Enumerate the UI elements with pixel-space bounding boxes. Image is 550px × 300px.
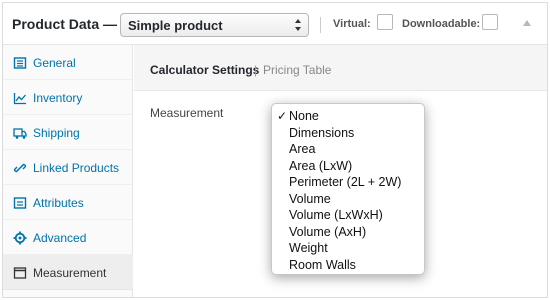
downloadable-checkbox[interactable] [482, 14, 498, 30]
shipping-truck-icon [13, 128, 27, 139]
checkmark-icon: ✓ [277, 109, 288, 123]
dropdown-option-label: Room Walls [289, 257, 356, 272]
dropdown-option-label: Weight [289, 241, 328, 255]
tab-label: Inventory [33, 91, 83, 105]
dropdown-option-label: Volume (AxH) [289, 224, 367, 239]
calculator-subnav: Calculator Settings | Pricing Table [134, 45, 547, 91]
header-divider [320, 17, 321, 33]
dropdown-option[interactable]: Volume (LxWxH) [272, 207, 424, 223]
tab-label: General [33, 56, 76, 70]
dropdown-option[interactable]: Perimeter (2L + 2W) [272, 174, 424, 190]
tab-inventory[interactable]: Inventory [3, 80, 132, 115]
product-type-value: Simple product [128, 18, 223, 33]
select-arrows-icon [295, 19, 301, 31]
tab-label: Linked Products [33, 161, 120, 175]
dropdown-option-label: Dimensions [289, 125, 355, 140]
dropdown-option[interactable]: Area [272, 141, 424, 157]
link-icon [13, 163, 27, 173]
measurement-field-label: Measurement [150, 106, 224, 120]
product-data-panel: Product Data — Simple product Virtual: D… [2, 2, 548, 298]
product-type-select[interactable]: Simple product [120, 13, 309, 37]
virtual-label: Virtual: [333, 18, 371, 30]
subnav-pricing-table[interactable]: Pricing Table [263, 63, 331, 77]
tab-shipping[interactable]: Shipping [3, 115, 132, 150]
dropdown-option-label: Perimeter (2L + 2W) [289, 175, 402, 189]
collapse-arrow-icon[interactable] [523, 20, 531, 26]
dropdown-option[interactable]: Weight [272, 240, 424, 256]
dropdown-option[interactable]: Volume (AxH) [272, 224, 424, 240]
tab-measurement[interactable]: Measurement [3, 255, 133, 290]
downloadable-label: Downloadable: [402, 18, 481, 30]
attributes-list-icon [13, 197, 27, 209]
dropdown-option-label: Area (LxW) [289, 158, 353, 173]
product-data-header: Product Data — Simple product Virtual: D… [3, 3, 547, 45]
dropdown-option[interactable]: Volume [272, 191, 424, 207]
tab-label: Shipping [33, 126, 80, 140]
subnav-calculator-settings[interactable]: Calculator Settings [150, 63, 259, 77]
dropdown-option-label: Area [289, 142, 316, 156]
measurement-dropdown[interactable]: ✓ None Dimensions Area Area (LxW) Perime… [271, 103, 425, 275]
inventory-chart-icon [13, 93, 26, 105]
tab-attributes[interactable]: Attributes [3, 185, 132, 220]
tab-general[interactable]: General [3, 45, 132, 80]
dropdown-option[interactable]: ✓ None [272, 108, 424, 124]
tab-advanced[interactable]: Advanced [3, 220, 132, 255]
virtual-checkbox[interactable] [377, 14, 393, 30]
subnav-separator: | [254, 63, 258, 77]
panel-title: Product Data — [12, 16, 118, 32]
dropdown-option[interactable]: Dimensions [272, 125, 424, 141]
tab-label: Attributes [33, 196, 84, 210]
dropdown-option[interactable]: Area (LxW) [272, 158, 424, 174]
product-data-tabs: General Inventory Shipping Linked Produc… [3, 45, 133, 297]
tab-label: Advanced [33, 231, 87, 245]
tab-label: Measurement [33, 266, 107, 280]
gear-icon [13, 231, 27, 245]
dropdown-option[interactable]: Room Walls [272, 257, 424, 273]
window-icon [13, 267, 27, 279]
dropdown-option-label: None [289, 109, 319, 123]
dropdown-option-label: Volume [289, 191, 331, 206]
general-list-icon [13, 57, 27, 69]
dropdown-option-label: Volume (LxWxH) [289, 208, 383, 222]
tab-linked-products[interactable]: Linked Products [3, 150, 132, 185]
